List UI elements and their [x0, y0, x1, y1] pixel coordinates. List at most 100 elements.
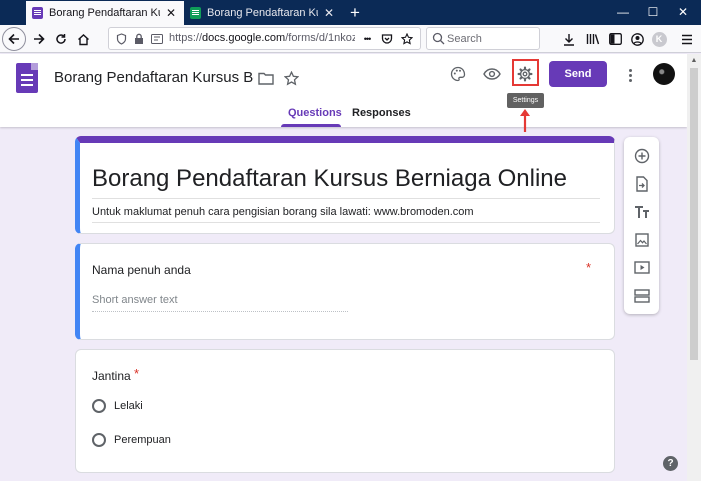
tab-responses[interactable]: Responses — [352, 107, 411, 119]
home-button[interactable] — [72, 28, 94, 50]
star-bookmark-icon[interactable] — [399, 31, 415, 47]
form-description[interactable]: Untuk maklumat penuh cara pengisian bora… — [92, 206, 474, 218]
arrow-left-icon — [8, 33, 19, 45]
question-title: Jantina — [92, 369, 131, 383]
account-icon — [630, 32, 644, 46]
reload-icon — [56, 34, 66, 44]
title-underline — [92, 198, 600, 199]
arrow-right-icon — [34, 33, 45, 45]
add-circle-icon — [634, 148, 649, 163]
import-icon — [635, 175, 648, 192]
settings-highlight-box — [512, 59, 539, 86]
forward-button[interactable] — [28, 28, 50, 50]
minimize-button[interactable]: — — [608, 0, 638, 25]
radio-option-lelaki[interactable]: Lelaki — [92, 399, 143, 413]
video-icon — [633, 261, 650, 274]
star-button[interactable] — [279, 66, 303, 90]
question-toolbar — [624, 137, 659, 314]
shield-icon[interactable] — [113, 31, 129, 47]
image-icon — [634, 232, 649, 247]
google-forms-logo[interactable] — [16, 63, 38, 93]
import-questions-button[interactable] — [631, 173, 652, 194]
required-asterisk: * — [586, 260, 592, 275]
text-title-icon — [634, 205, 649, 218]
maximize-button[interactable]: ☐ — [638, 0, 668, 25]
question-title: Nama penuh anda — [92, 263, 191, 277]
form-name-field[interactable]: Borang Pendaftaran Kursus Berniaga — [54, 69, 254, 86]
radio-label: Perempuan — [114, 434, 171, 446]
add-title-button[interactable] — [631, 201, 652, 222]
home-icon — [77, 33, 89, 45]
menu-button[interactable] — [676, 28, 698, 50]
add-section-button[interactable] — [631, 285, 652, 306]
pocket-icon[interactable] — [379, 31, 395, 47]
address-bar[interactable]: https://docs.google.com/forms/d/1nkoz47F… — [108, 27, 421, 50]
palette-icon — [450, 66, 466, 82]
forms-icon — [32, 7, 43, 19]
active-tab-indicator — [281, 124, 341, 127]
tab-close-icon[interactable]: ✕ — [322, 6, 336, 20]
browser-tab-forms[interactable]: Borang Pendaftaran Kursus Berniaga Onlin… — [26, 1, 184, 25]
new-tab-button[interactable]: + — [344, 2, 366, 24]
download-icon — [564, 33, 574, 46]
browser-search-input[interactable] — [447, 31, 535, 47]
form-title-card[interactable]: Borang Pendaftaran Kursus Berniaga Onlin… — [75, 136, 615, 234]
back-button[interactable] — [2, 27, 26, 51]
settings-tooltip: Settings — [507, 93, 544, 108]
sidebar-icon — [608, 33, 622, 45]
radio-option-perempuan[interactable]: Perempuan — [92, 433, 171, 447]
radio-button[interactable] — [92, 433, 106, 447]
browser-search-box[interactable] — [426, 27, 540, 50]
red-arrow-annotation — [520, 109, 530, 132]
browser-toolbar: https://docs.google.com/forms/d/1nkoz47F… — [0, 25, 701, 53]
scrollbar-thumb[interactable] — [690, 68, 698, 360]
form-title[interactable]: Borang Pendaftaran Kursus Berniaga Onlin… — [92, 165, 567, 193]
browser-tab-sheets[interactable]: Borang Pendaftaran Kursus Berniaga Onlin… — [184, 1, 342, 25]
question-card-jantina[interactable]: Jantina * Lelaki Perempuan — [75, 349, 615, 473]
add-question-button[interactable] — [631, 145, 652, 166]
scroll-up-arrow[interactable]: ▲ — [687, 54, 701, 68]
move-to-folder-button[interactable] — [254, 66, 278, 90]
short-answer-field: Short answer text — [92, 294, 348, 312]
page-actions-icon[interactable]: ••• — [359, 31, 375, 47]
page-scrollbar[interactable]: ▲ — [687, 54, 701, 481]
eye-icon — [483, 68, 501, 80]
tab-close-icon[interactable]: ✕ — [164, 6, 178, 20]
folder-icon — [258, 72, 274, 85]
required-asterisk: * — [134, 366, 140, 381]
reload-button[interactable] — [50, 28, 72, 50]
profile-button[interactable]: K — [648, 28, 670, 50]
close-window-button[interactable]: ✕ — [668, 0, 698, 25]
more-options-icon[interactable] — [620, 65, 640, 85]
radio-button[interactable] — [92, 399, 106, 413]
help-icon[interactable]: ? — [663, 456, 678, 471]
add-video-button[interactable] — [631, 257, 652, 278]
send-button[interactable]: Send — [549, 61, 607, 87]
forms-app-header: Borang Pendaftaran Kursus Berniaga Send … — [0, 54, 687, 127]
account-button[interactable] — [626, 28, 648, 50]
tab-questions[interactable]: Questions — [288, 107, 342, 119]
user-avatar[interactable] — [653, 63, 675, 85]
description-underline — [92, 222, 600, 223]
add-image-button[interactable] — [631, 229, 652, 250]
library-icon — [586, 34, 600, 45]
hamburger-menu-icon — [682, 34, 692, 44]
sheets-icon — [190, 7, 201, 19]
question-card-nama[interactable]: Nama penuh anda * Short answer text — [75, 243, 615, 340]
customize-theme-button[interactable] — [446, 62, 470, 86]
tab-label: Borang Pendaftaran Kursus Berniaga Onlin… — [49, 7, 160, 19]
sidebar-button[interactable] — [604, 28, 626, 50]
radio-label: Lelaki — [114, 400, 143, 412]
permissions-icon[interactable] — [149, 31, 165, 47]
preview-button[interactable] — [480, 62, 504, 86]
search-icon — [432, 32, 445, 45]
library-button[interactable] — [582, 28, 604, 50]
url-text[interactable]: https://docs.google.com/forms/d/1nkoz47F — [169, 32, 355, 44]
profile-avatar: K — [651, 31, 667, 47]
form-tabs: Questions Responses — [0, 102, 687, 127]
lock-icon[interactable] — [131, 31, 147, 47]
browser-tab-strip: Borang Pendaftaran Kursus Berniaga Onlin… — [0, 0, 701, 25]
star-icon — [283, 70, 299, 85]
downloads-button[interactable] — [558, 28, 580, 50]
tab-label: Borang Pendaftaran Kursus Berniaga Onlin… — [207, 7, 318, 19]
